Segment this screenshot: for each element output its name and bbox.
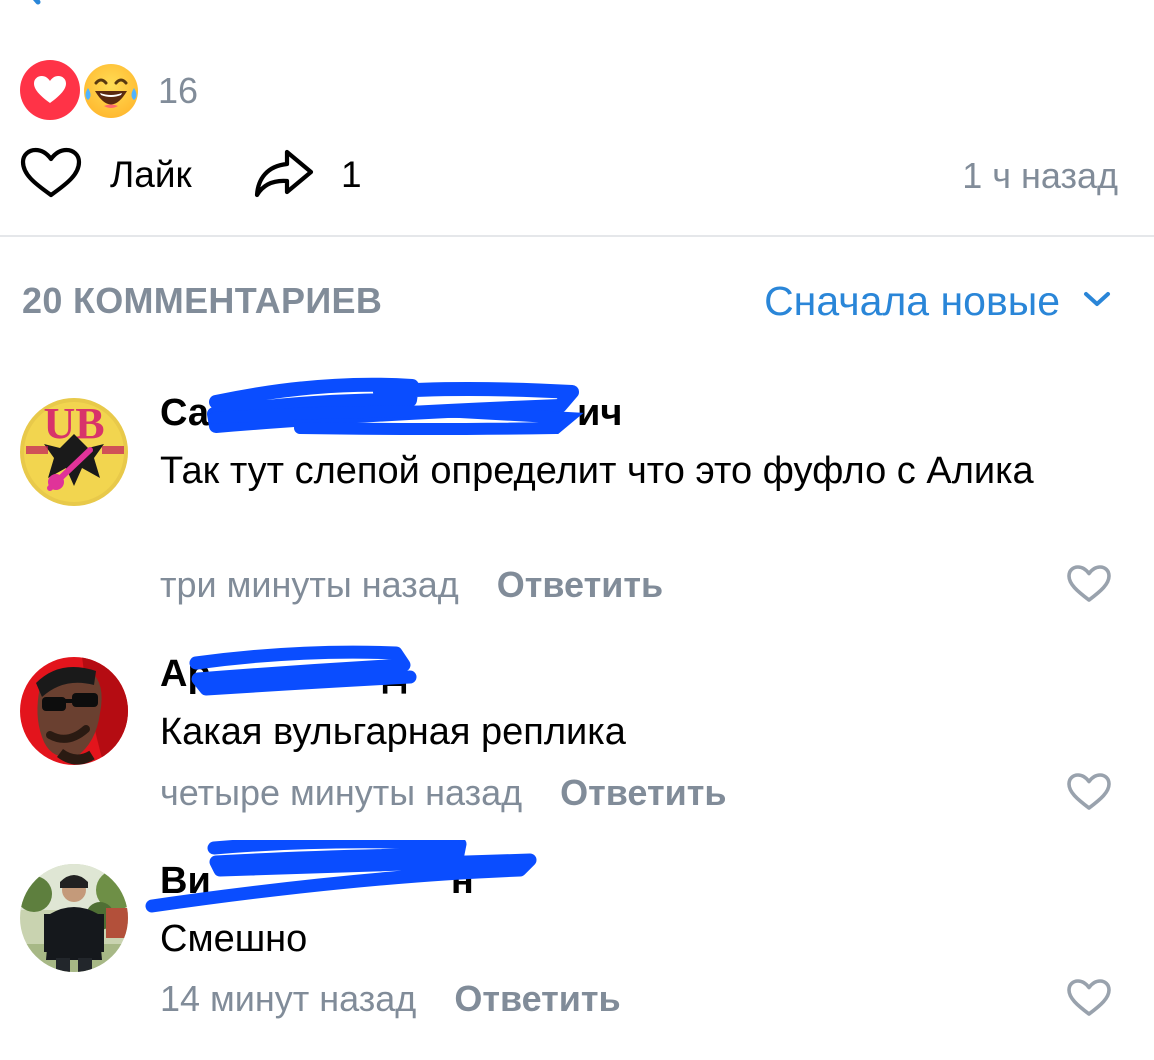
heart-reaction-icon bbox=[20, 60, 80, 120]
comment-text: Так тут слепой определит что это фуфло с… bbox=[160, 450, 1034, 492]
comments-count-heading: 20 КОММЕНТАРИЕВ bbox=[22, 280, 383, 321]
comments-sort-dropdown[interactable]: Сначала новые bbox=[764, 278, 1112, 325]
comment-time: четыре минуты назад bbox=[160, 772, 523, 813]
back-arrow-icon[interactable] bbox=[20, 0, 60, 15]
reactions-summary[interactable]: 16 bbox=[20, 60, 320, 122]
comment-item: Ар д Какая вульгарная реплика четыре мину… bbox=[0, 635, 1154, 835]
like-button[interactable]: Лайк bbox=[20, 145, 192, 205]
comment-time: три минуты назад bbox=[160, 564, 459, 605]
comment-time: 14 минут назад bbox=[160, 978, 417, 1019]
comment-item: Ви н Смешно 14 минут назад Ответить bbox=[0, 840, 1154, 1040]
comment-meta: четыре минуты назад Ответить bbox=[160, 772, 727, 814]
heart-outline-icon bbox=[1067, 979, 1111, 1016]
heart-outline-icon bbox=[1067, 565, 1111, 602]
chevron-down-icon bbox=[1082, 290, 1112, 313]
like-label: Лайк bbox=[110, 154, 192, 195]
laugh-tears-reaction-icon bbox=[80, 60, 142, 122]
reactions-count: 16 bbox=[158, 70, 199, 111]
comment-meta: три минуты назад Ответить bbox=[160, 564, 663, 606]
sort-label: Сначала новые bbox=[764, 278, 1060, 324]
comment-text: Какая вульгарная реплика bbox=[160, 711, 626, 753]
share-arrow-icon bbox=[253, 147, 315, 204]
divider bbox=[0, 235, 1154, 237]
heart-outline-icon bbox=[20, 147, 82, 204]
comment-like-button[interactable] bbox=[1066, 772, 1112, 817]
reply-button[interactable]: Ответить bbox=[454, 978, 620, 1019]
comment-item: UB Са ич Так тут слепой определит что это… bbox=[0, 370, 1154, 605]
reply-button[interactable]: Ответить bbox=[560, 772, 726, 813]
post-actions-bar: Лайк 1 1 ч назад bbox=[20, 145, 1120, 205]
comment-like-button[interactable] bbox=[1066, 978, 1112, 1023]
share-button[interactable]: 1 bbox=[253, 145, 362, 205]
comment-meta: 14 минут назад Ответить bbox=[160, 978, 621, 1020]
reply-button[interactable]: Ответить bbox=[497, 564, 663, 605]
post-time: 1 ч назад bbox=[962, 155, 1118, 196]
comment-like-button[interactable] bbox=[1066, 564, 1112, 609]
share-count: 1 bbox=[341, 154, 362, 195]
comment-text: Смешно bbox=[160, 918, 308, 960]
heart-outline-icon bbox=[1067, 773, 1111, 810]
